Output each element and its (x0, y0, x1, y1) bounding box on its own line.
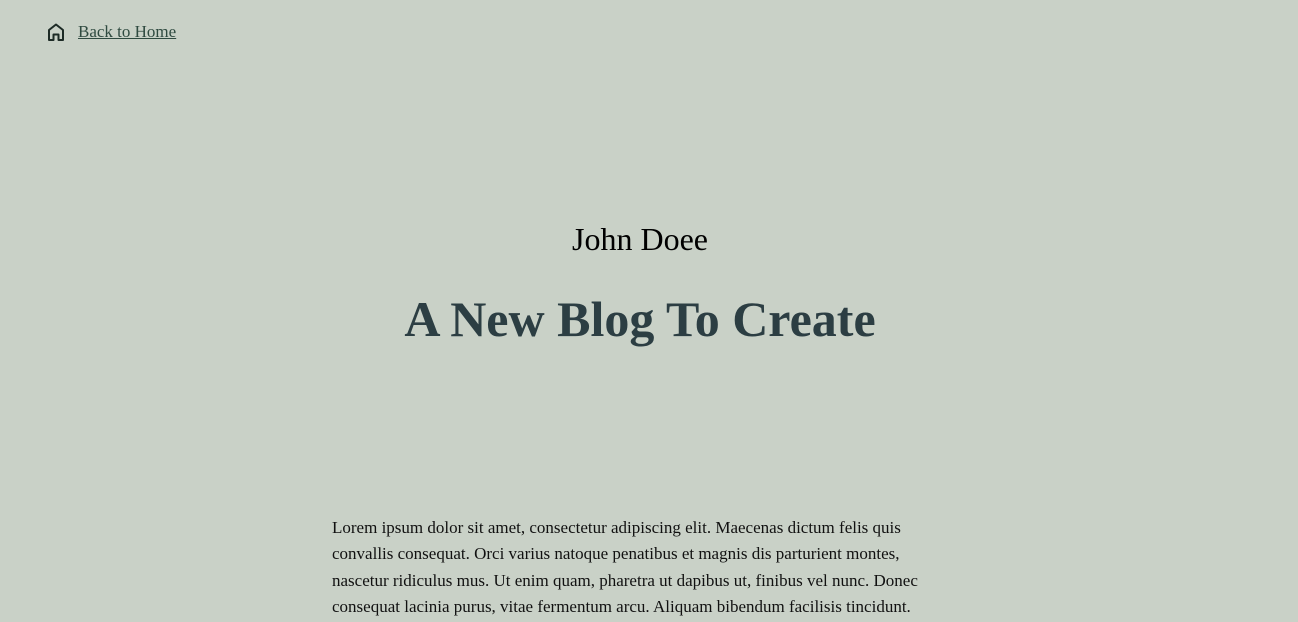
back-to-home-label: Back to Home (78, 22, 177, 41)
back-to-home-link[interactable]: Back to Home (46, 22, 176, 42)
author-name: John Doee (572, 221, 708, 257)
home-icon (46, 22, 66, 42)
post-title: A New Blog To Create (404, 291, 876, 347)
post-body: Lorem ipsum dolor sit amet, consectetur … (332, 518, 918, 616)
